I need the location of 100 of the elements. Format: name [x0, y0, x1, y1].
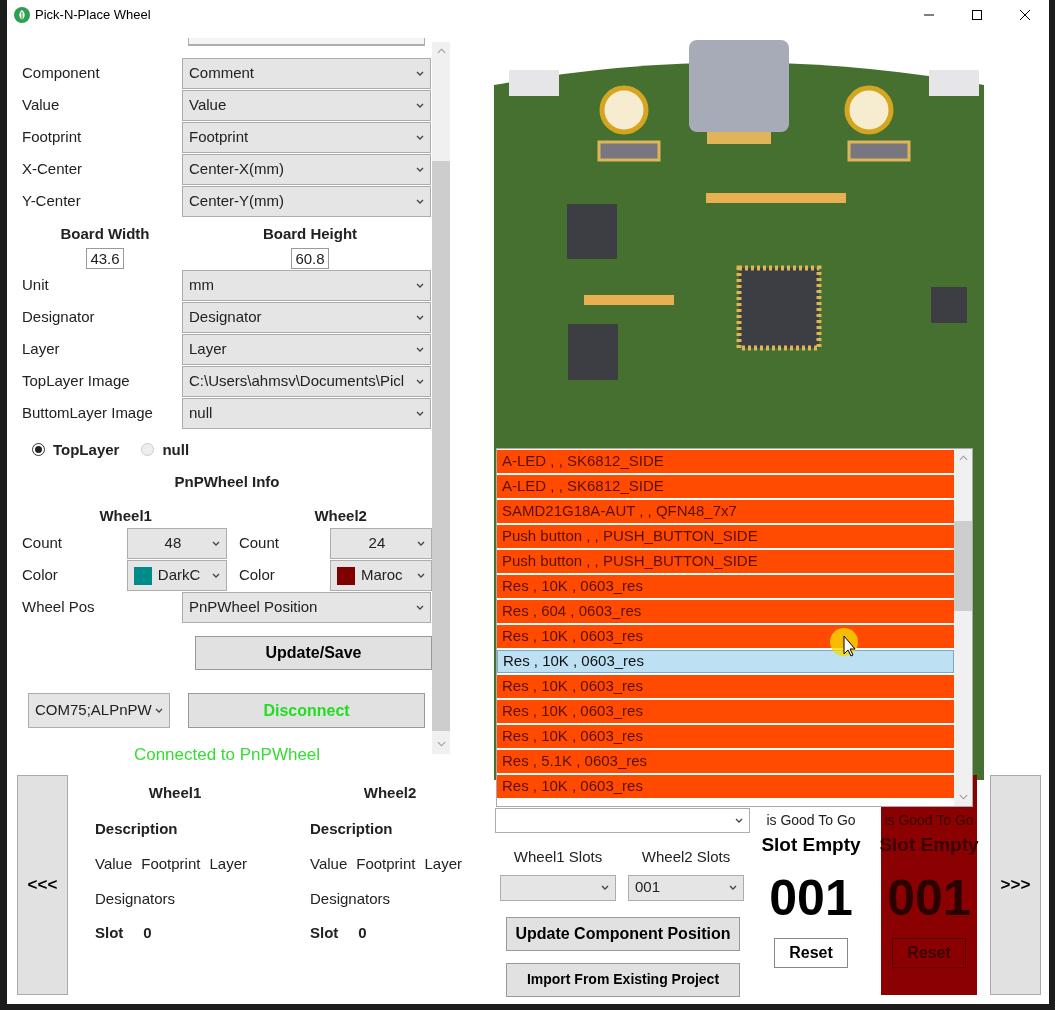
- chevron-icon: [729, 885, 737, 890]
- dropdown[interactable]: Layer: [182, 333, 431, 365]
- board-width-label: Board Width: [60, 224, 150, 244]
- connection-status: Connected to PnPWheel: [132, 744, 322, 766]
- field-label: Footprint: [22, 127, 83, 148]
- field-label: Color: [22, 565, 59, 586]
- scrollbar[interactable]: [432, 42, 450, 754]
- field-label: X-Center: [22, 159, 84, 180]
- next-button[interactable]: >>>: [990, 775, 1041, 995]
- chevron-icon: [601, 885, 609, 890]
- board-height-label: Board Height: [262, 224, 358, 244]
- scrollbar[interactable]: [954, 449, 972, 806]
- reset-button[interactable]: Reset: [774, 937, 848, 968]
- dropdown[interactable]: [495, 808, 750, 833]
- list-item[interactable]: Res , 604 , 0603_res: [497, 600, 954, 623]
- field-label: Wheel Pos: [22, 597, 96, 618]
- radio-option[interactable]: TopLayer: [32, 438, 120, 461]
- chevron-icon: [416, 167, 424, 172]
- dropdown[interactable]: 24: [329, 528, 432, 559]
- scroll-down-icon[interactable]: [436, 741, 446, 747]
- list-item[interactable]: Res , 10K , 0603_res: [497, 575, 954, 598]
- slot-label: Slot: [310, 923, 339, 943]
- dropdown[interactable]: mm: [182, 269, 431, 301]
- field-label: Value: [22, 95, 61, 116]
- previous-button[interactable]: <<<: [17, 775, 68, 995]
- chevron-icon: [417, 541, 425, 546]
- list-item[interactable]: Res , 10K , 0603_res: [497, 650, 954, 673]
- mouse-pointer-icon: [830, 628, 860, 658]
- close-icon: [1020, 10, 1030, 20]
- dropdown[interactable]: Footprint: [182, 122, 431, 153]
- dropdown[interactable]: DarkC: [126, 560, 227, 591]
- dropdown[interactable]: C:\Users\ahmsv\Documents\Picl: [182, 365, 431, 397]
- scrollbar-thumb[interactable]: [432, 161, 450, 731]
- field-label: Designator: [22, 306, 96, 327]
- slots-label: Wheel2 Slots: [641, 847, 731, 867]
- field-label: Value: [310, 854, 348, 874]
- dropdown[interactable]: PnPWheel Position: [182, 592, 431, 623]
- scrollbar-thumb[interactable]: [954, 521, 972, 611]
- chevron-icon: [416, 378, 424, 384]
- action-button[interactable]: Update Component Position: [506, 916, 740, 951]
- list-item[interactable]: Push button , , PUSH_BUTTON_SIDE: [497, 550, 954, 573]
- slot-value: 0: [358, 923, 367, 943]
- dropdown[interactable]: Value: [182, 90, 431, 121]
- chevron-icon: [416, 135, 424, 140]
- scroll-up-icon[interactable]: [958, 455, 968, 461]
- list-item[interactable]: Res , 10K , 0603_res: [497, 625, 954, 648]
- slot-state: Slot Empty: [761, 833, 861, 857]
- field-label: Layer: [209, 854, 247, 874]
- chevron-icon: [735, 818, 743, 823]
- input-field[interactable]: [188, 38, 425, 46]
- dropdown[interactable]: 48: [126, 528, 227, 559]
- slot-number: 001: [887, 868, 971, 928]
- list-item[interactable]: Res , 10K , 0603_res: [497, 700, 954, 723]
- dropdown[interactable]: Designator: [182, 301, 431, 333]
- chevron-icon: [416, 314, 424, 320]
- list-item[interactable]: Res , 10K , 0603_res: [497, 775, 954, 798]
- scroll-up-icon[interactable]: [436, 48, 446, 54]
- field-label: TopLayer Image: [22, 370, 131, 391]
- board-height-field[interactable]: 60.8: [291, 247, 329, 269]
- list-item[interactable]: Res , 10K , 0603_res: [497, 725, 954, 748]
- scroll-down-icon[interactable]: [958, 794, 968, 800]
- field-label: Y-Center: [22, 191, 82, 212]
- dropdown[interactable]: null: [182, 397, 431, 429]
- field-label: Footprint: [141, 854, 201, 874]
- chevron-icon: [211, 573, 220, 578]
- chevron-icon: [416, 103, 424, 108]
- list-item[interactable]: Res , 10K , 0603_res: [497, 675, 954, 698]
- field-label: Unit: [22, 274, 50, 295]
- dropdown[interactable]: Center-Y(mm): [182, 186, 431, 217]
- window-title: Pick-N-Place Wheel: [35, 6, 151, 25]
- dropdown[interactable]: Center-X(mm): [182, 154, 431, 185]
- chevron-icon: [416, 410, 424, 416]
- board-width-field[interactable]: 43.6: [86, 247, 124, 269]
- field-label: Layer: [424, 854, 462, 874]
- list-item[interactable]: SAMD21G18A-AUT , , QFN48_7x7: [497, 500, 954, 523]
- slot-label: Slot: [95, 923, 124, 943]
- action-button[interactable]: Import From Existing Project: [506, 962, 740, 997]
- dropdown[interactable]: COM75;ALPnPW: [28, 693, 170, 728]
- list-item[interactable]: A-LED , , SK6812_SIDE: [497, 475, 954, 498]
- status-text: is Good To Go: [884, 811, 974, 830]
- wheel-title: Wheel2: [362, 783, 418, 803]
- radio-option[interactable]: null: [141, 438, 190, 461]
- chevron-icon: [416, 282, 424, 288]
- dropdown[interactable]: [500, 874, 616, 901]
- description-label: Description: [95, 818, 179, 839]
- field-label: Value: [95, 854, 133, 874]
- list-item[interactable]: Res , 5.1K , 0603_res: [497, 750, 954, 773]
- list-item[interactable]: A-LED , , SK6812_SIDE: [497, 450, 954, 473]
- dropdown[interactable]: 001: [628, 874, 744, 901]
- list-item[interactable]: Push button , , PUSH_BUTTON_SIDE: [497, 525, 954, 548]
- update-save-button[interactable]: Update/Save: [195, 636, 432, 670]
- maximize-icon: [972, 10, 982, 20]
- field-label: ButtomLayer Image: [22, 402, 154, 423]
- field-label: Footprint: [356, 854, 416, 874]
- dropdown[interactable]: Comment: [182, 58, 431, 89]
- wheel-title: Wheel2: [313, 505, 368, 526]
- chevron-icon: [416, 346, 424, 352]
- chevron-icon: [155, 708, 163, 713]
- app-logo-icon: [14, 7, 30, 23]
- dropdown[interactable]: Maroc: [329, 560, 432, 591]
